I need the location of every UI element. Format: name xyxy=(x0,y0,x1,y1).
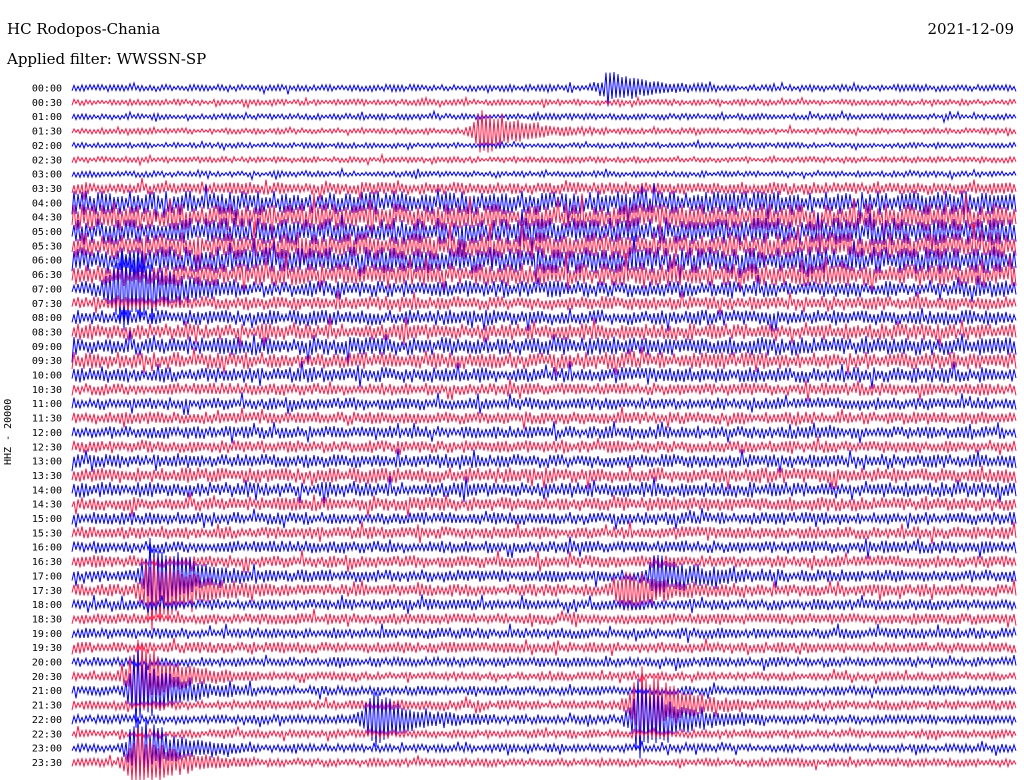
trace-row xyxy=(71,109,1017,125)
trace-row xyxy=(71,421,1017,444)
time-label: 03:30 xyxy=(32,184,62,195)
time-label: 21:30 xyxy=(32,701,62,712)
time-label: 18:30 xyxy=(32,614,62,625)
trace-row xyxy=(71,138,1017,152)
time-label: 07:30 xyxy=(32,299,62,310)
time-label: 23:30 xyxy=(32,758,62,769)
time-label: 13:00 xyxy=(32,457,62,468)
trace-row xyxy=(71,654,1017,672)
trace-row xyxy=(71,166,1017,182)
time-label: 02:00 xyxy=(32,141,62,152)
trace-row xyxy=(71,183,1017,224)
time-label: 17:30 xyxy=(32,586,62,597)
trace-row xyxy=(71,718,1017,778)
time-label-group: 00:00 00:30 01:00 01:30 02:00 02:30 03:00 03:30… xyxy=(32,84,62,769)
trace-row xyxy=(71,95,1017,110)
time-label: 08:00 xyxy=(32,313,62,324)
time-label: 03:00 xyxy=(32,170,62,181)
time-label: 01:30 xyxy=(32,127,62,138)
time-label: 00:30 xyxy=(32,98,62,109)
time-label: 06:30 xyxy=(32,270,62,281)
trace-row xyxy=(71,623,1017,644)
time-label: 09:30 xyxy=(32,356,62,367)
trace-row xyxy=(71,536,1017,559)
trace-row xyxy=(71,521,1017,545)
trace-row xyxy=(71,290,1017,315)
trace-row xyxy=(71,726,1017,742)
time-label: 05:30 xyxy=(32,241,62,252)
time-label: 17:00 xyxy=(32,571,62,582)
time-label: 14:30 xyxy=(32,500,62,511)
trace-row xyxy=(71,392,1017,416)
time-label: 15:30 xyxy=(32,528,62,539)
time-label: 05:00 xyxy=(32,227,62,238)
time-label: 08:30 xyxy=(32,327,62,338)
trace-row xyxy=(71,608,1017,628)
time-label: 22:00 xyxy=(32,715,62,726)
time-label: 10:00 xyxy=(32,371,62,382)
time-label: 11:00 xyxy=(32,399,62,410)
trace-row xyxy=(71,152,1017,167)
time-label: 22:30 xyxy=(32,729,62,740)
time-label: 15:00 xyxy=(32,514,62,525)
time-label: 04:30 xyxy=(32,213,62,224)
trace-row xyxy=(71,406,1017,430)
time-label: 21:00 xyxy=(32,686,62,697)
trace-row xyxy=(71,594,1017,615)
trace-row xyxy=(71,508,1017,530)
time-label: 14:00 xyxy=(32,485,62,496)
time-label: 11:30 xyxy=(32,414,62,425)
time-label: 10:30 xyxy=(32,385,62,396)
time-label: 01:00 xyxy=(32,112,62,123)
trace-row xyxy=(71,436,1017,456)
time-label: 09:00 xyxy=(32,342,62,353)
time-label: 06:00 xyxy=(32,256,62,267)
trace-row xyxy=(71,378,1017,401)
time-label: 12:30 xyxy=(32,442,62,453)
time-label: 23:00 xyxy=(32,744,62,755)
time-label: 02:30 xyxy=(32,155,62,166)
time-label: 00:00 xyxy=(32,84,62,95)
time-label: 19:30 xyxy=(32,643,62,654)
trace-row xyxy=(71,638,1017,656)
time-label: 16:30 xyxy=(32,557,62,568)
time-label: 07:00 xyxy=(32,284,62,295)
time-label: 13:30 xyxy=(32,471,62,482)
helicorder-plot: 00:00 00:30 01:00 01:30 02:00 02:30 03:00 03:30… xyxy=(32,72,1017,780)
time-label: 12:00 xyxy=(32,428,62,439)
time-label: 20:30 xyxy=(32,672,62,683)
time-label: 20:00 xyxy=(32,658,62,669)
time-label: 16:00 xyxy=(32,543,62,554)
time-label: 18:00 xyxy=(32,600,62,611)
trace-group xyxy=(71,72,1017,780)
time-label: 19:00 xyxy=(32,629,62,640)
time-label: 04:00 xyxy=(32,198,62,209)
